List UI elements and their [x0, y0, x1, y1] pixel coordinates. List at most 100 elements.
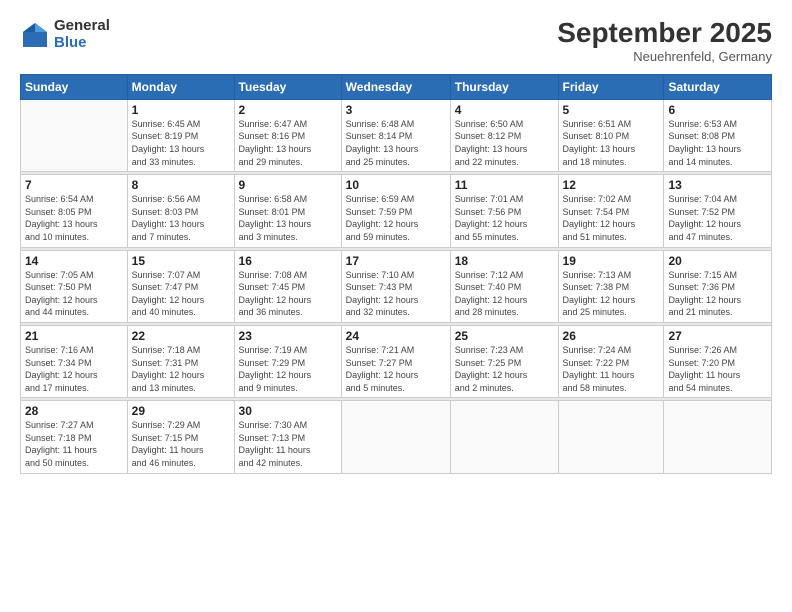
day-info: Sunrise: 7:26 AM Sunset: 7:20 PM Dayligh… — [668, 344, 767, 394]
day-info: Sunrise: 7:10 AM Sunset: 7:43 PM Dayligh… — [346, 269, 446, 319]
calendar-cell: 19Sunrise: 7:13 AM Sunset: 7:38 PM Dayli… — [558, 250, 664, 322]
title-block: September 2025 Neuehrenfeld, Germany — [557, 18, 772, 64]
day-info: Sunrise: 6:50 AM Sunset: 8:12 PM Dayligh… — [455, 118, 554, 168]
calendar-cell — [21, 99, 128, 171]
day-info: Sunrise: 6:56 AM Sunset: 8:03 PM Dayligh… — [132, 193, 230, 243]
calendar-cell — [664, 401, 772, 473]
page: General Blue September 2025 Neuehrenfeld… — [0, 0, 792, 612]
calendar-cell — [450, 401, 558, 473]
day-number: 20 — [668, 254, 767, 268]
day-info: Sunrise: 7:05 AM Sunset: 7:50 PM Dayligh… — [25, 269, 123, 319]
calendar-cell: 11Sunrise: 7:01 AM Sunset: 7:56 PM Dayli… — [450, 175, 558, 247]
day-number: 2 — [239, 103, 337, 117]
calendar-cell: 30Sunrise: 7:30 AM Sunset: 7:13 PM Dayli… — [234, 401, 341, 473]
calendar-cell: 17Sunrise: 7:10 AM Sunset: 7:43 PM Dayli… — [341, 250, 450, 322]
day-info: Sunrise: 7:23 AM Sunset: 7:25 PM Dayligh… — [455, 344, 554, 394]
day-number: 12 — [563, 178, 660, 192]
day-number: 14 — [25, 254, 123, 268]
day-info: Sunrise: 7:02 AM Sunset: 7:54 PM Dayligh… — [563, 193, 660, 243]
calendar-cell: 9Sunrise: 6:58 AM Sunset: 8:01 PM Daylig… — [234, 175, 341, 247]
day-info: Sunrise: 7:24 AM Sunset: 7:22 PM Dayligh… — [563, 344, 660, 394]
calendar-header-tuesday: Tuesday — [234, 74, 341, 99]
calendar-cell: 6Sunrise: 6:53 AM Sunset: 8:08 PM Daylig… — [664, 99, 772, 171]
day-info: Sunrise: 7:08 AM Sunset: 7:45 PM Dayligh… — [239, 269, 337, 319]
day-number: 4 — [455, 103, 554, 117]
calendar-cell: 16Sunrise: 7:08 AM Sunset: 7:45 PM Dayli… — [234, 250, 341, 322]
logo-general-text: General — [54, 18, 110, 35]
calendar-cell: 3Sunrise: 6:48 AM Sunset: 8:14 PM Daylig… — [341, 99, 450, 171]
day-info: Sunrise: 7:16 AM Sunset: 7:34 PM Dayligh… — [25, 344, 123, 394]
day-info: Sunrise: 6:54 AM Sunset: 8:05 PM Dayligh… — [25, 193, 123, 243]
day-info: Sunrise: 7:21 AM Sunset: 7:27 PM Dayligh… — [346, 344, 446, 394]
calendar-cell: 26Sunrise: 7:24 AM Sunset: 7:22 PM Dayli… — [558, 325, 664, 397]
day-number: 3 — [346, 103, 446, 117]
calendar-cell: 15Sunrise: 7:07 AM Sunset: 7:47 PM Dayli… — [127, 250, 234, 322]
logo-icon — [20, 20, 50, 50]
logo-text: General Blue — [54, 18, 110, 51]
day-number: 7 — [25, 178, 123, 192]
day-number: 22 — [132, 329, 230, 343]
calendar-cell: 4Sunrise: 6:50 AM Sunset: 8:12 PM Daylig… — [450, 99, 558, 171]
month-title: September 2025 — [557, 18, 772, 49]
day-info: Sunrise: 7:04 AM Sunset: 7:52 PM Dayligh… — [668, 193, 767, 243]
day-number: 15 — [132, 254, 230, 268]
day-info: Sunrise: 6:47 AM Sunset: 8:16 PM Dayligh… — [239, 118, 337, 168]
location: Neuehrenfeld, Germany — [557, 49, 772, 64]
calendar-cell — [341, 401, 450, 473]
calendar-header-monday: Monday — [127, 74, 234, 99]
calendar-cell: 25Sunrise: 7:23 AM Sunset: 7:25 PM Dayli… — [450, 325, 558, 397]
calendar-cell: 23Sunrise: 7:19 AM Sunset: 7:29 PM Dayli… — [234, 325, 341, 397]
day-number: 28 — [25, 404, 123, 418]
day-number: 29 — [132, 404, 230, 418]
calendar-table: SundayMondayTuesdayWednesdayThursdayFrid… — [20, 74, 772, 474]
logo-blue-text: Blue — [54, 35, 110, 52]
day-number: 19 — [563, 254, 660, 268]
day-info: Sunrise: 7:27 AM Sunset: 7:18 PM Dayligh… — [25, 419, 123, 469]
day-number: 13 — [668, 178, 767, 192]
calendar-week-row: 14Sunrise: 7:05 AM Sunset: 7:50 PM Dayli… — [21, 250, 772, 322]
day-info: Sunrise: 7:29 AM Sunset: 7:15 PM Dayligh… — [132, 419, 230, 469]
day-info: Sunrise: 6:45 AM Sunset: 8:19 PM Dayligh… — [132, 118, 230, 168]
calendar-cell: 1Sunrise: 6:45 AM Sunset: 8:19 PM Daylig… — [127, 99, 234, 171]
day-number: 6 — [668, 103, 767, 117]
calendar-cell: 22Sunrise: 7:18 AM Sunset: 7:31 PM Dayli… — [127, 325, 234, 397]
header: General Blue September 2025 Neuehrenfeld… — [20, 18, 772, 64]
day-number: 8 — [132, 178, 230, 192]
day-number: 9 — [239, 178, 337, 192]
calendar-cell: 27Sunrise: 7:26 AM Sunset: 7:20 PM Dayli… — [664, 325, 772, 397]
calendar-week-row: 7Sunrise: 6:54 AM Sunset: 8:05 PM Daylig… — [21, 175, 772, 247]
calendar-cell: 24Sunrise: 7:21 AM Sunset: 7:27 PM Dayli… — [341, 325, 450, 397]
calendar-week-row: 28Sunrise: 7:27 AM Sunset: 7:18 PM Dayli… — [21, 401, 772, 473]
day-number: 23 — [239, 329, 337, 343]
calendar-cell: 12Sunrise: 7:02 AM Sunset: 7:54 PM Dayli… — [558, 175, 664, 247]
day-number: 18 — [455, 254, 554, 268]
calendar-header-sunday: Sunday — [21, 74, 128, 99]
day-number: 16 — [239, 254, 337, 268]
calendar-header-thursday: Thursday — [450, 74, 558, 99]
day-number: 5 — [563, 103, 660, 117]
day-info: Sunrise: 7:18 AM Sunset: 7:31 PM Dayligh… — [132, 344, 230, 394]
day-info: Sunrise: 6:53 AM Sunset: 8:08 PM Dayligh… — [668, 118, 767, 168]
day-info: Sunrise: 7:01 AM Sunset: 7:56 PM Dayligh… — [455, 193, 554, 243]
calendar-header-saturday: Saturday — [664, 74, 772, 99]
calendar-cell: 7Sunrise: 6:54 AM Sunset: 8:05 PM Daylig… — [21, 175, 128, 247]
calendar-cell: 13Sunrise: 7:04 AM Sunset: 7:52 PM Dayli… — [664, 175, 772, 247]
calendar-cell: 14Sunrise: 7:05 AM Sunset: 7:50 PM Dayli… — [21, 250, 128, 322]
day-number: 25 — [455, 329, 554, 343]
calendar-cell: 5Sunrise: 6:51 AM Sunset: 8:10 PM Daylig… — [558, 99, 664, 171]
day-number: 30 — [239, 404, 337, 418]
calendar-header-friday: Friday — [558, 74, 664, 99]
day-number: 21 — [25, 329, 123, 343]
day-info: Sunrise: 6:58 AM Sunset: 8:01 PM Dayligh… — [239, 193, 337, 243]
day-number: 24 — [346, 329, 446, 343]
calendar-cell: 21Sunrise: 7:16 AM Sunset: 7:34 PM Dayli… — [21, 325, 128, 397]
day-info: Sunrise: 7:07 AM Sunset: 7:47 PM Dayligh… — [132, 269, 230, 319]
calendar-cell: 28Sunrise: 7:27 AM Sunset: 7:18 PM Dayli… — [21, 401, 128, 473]
calendar-week-row: 21Sunrise: 7:16 AM Sunset: 7:34 PM Dayli… — [21, 325, 772, 397]
calendar-cell: 2Sunrise: 6:47 AM Sunset: 8:16 PM Daylig… — [234, 99, 341, 171]
calendar-cell: 8Sunrise: 6:56 AM Sunset: 8:03 PM Daylig… — [127, 175, 234, 247]
logo: General Blue — [20, 18, 110, 51]
calendar-header-wednesday: Wednesday — [341, 74, 450, 99]
day-info: Sunrise: 7:15 AM Sunset: 7:36 PM Dayligh… — [668, 269, 767, 319]
day-number: 17 — [346, 254, 446, 268]
